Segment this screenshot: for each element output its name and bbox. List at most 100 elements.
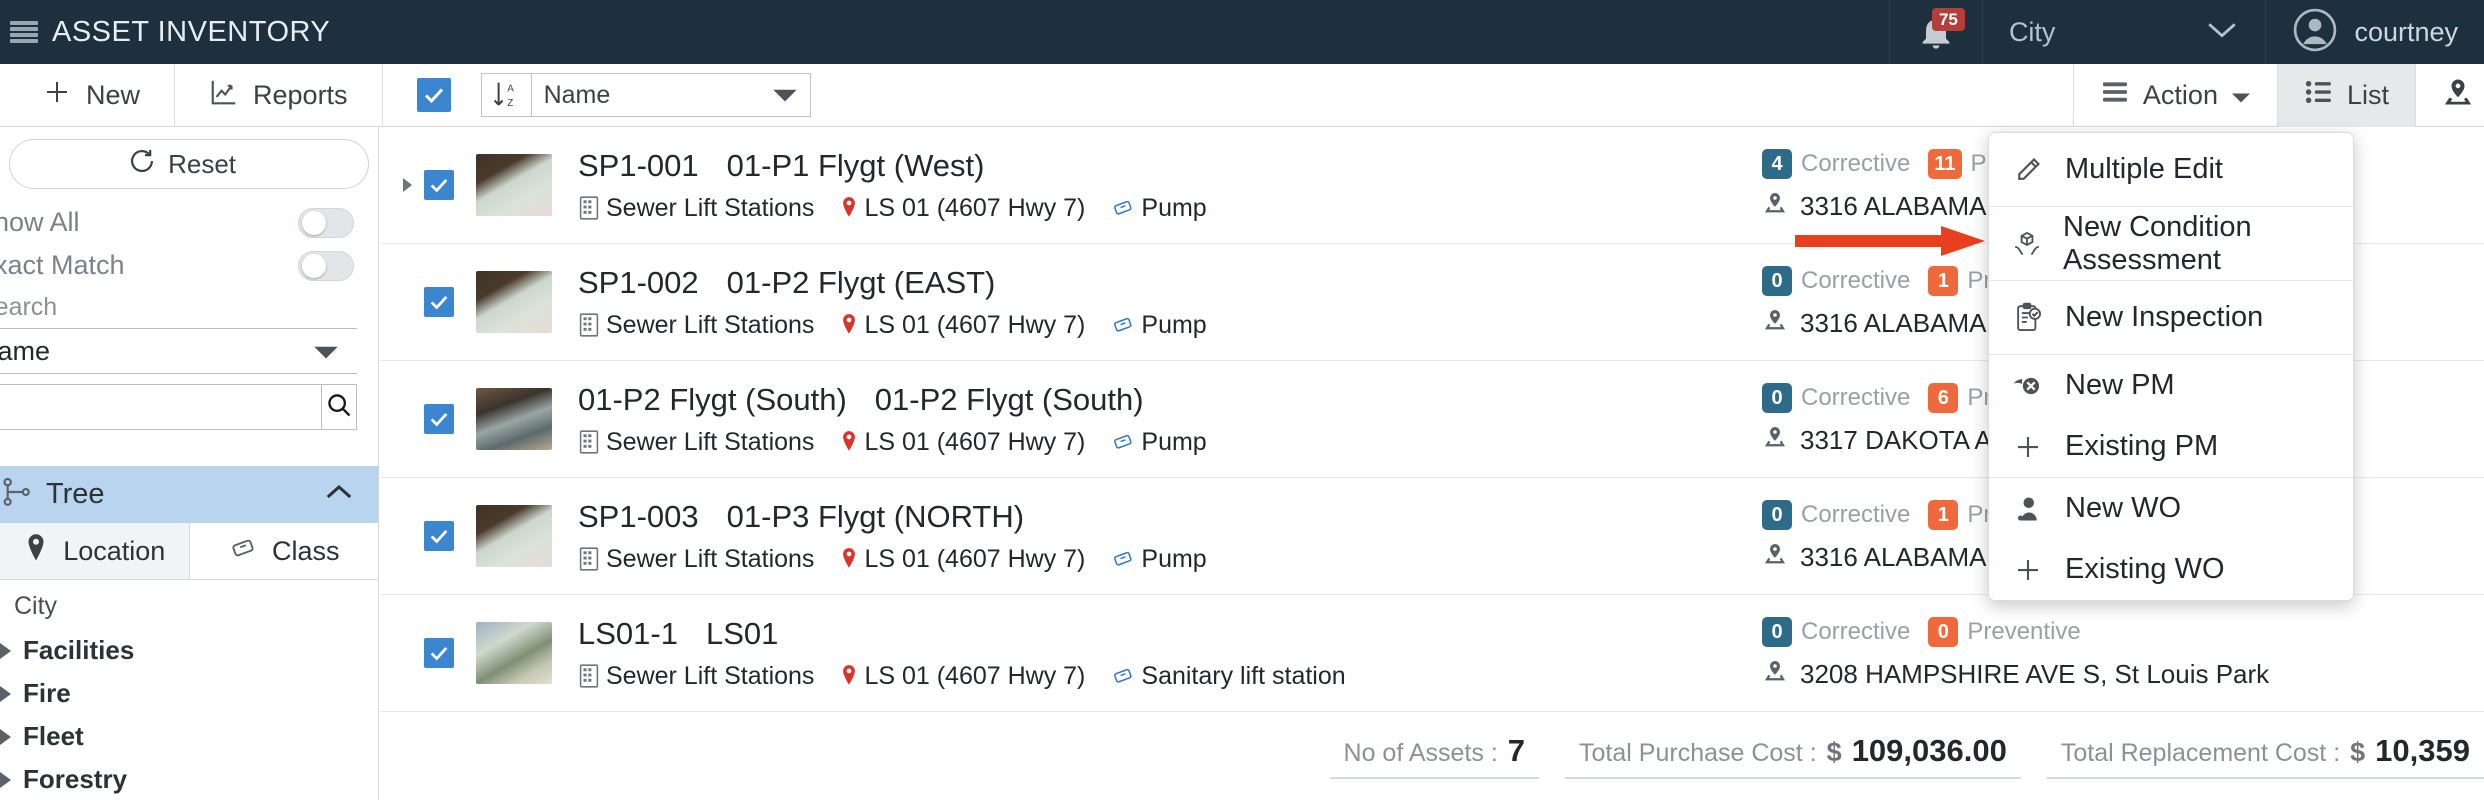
annotation-arrow-icon bbox=[1795, 224, 1985, 258]
sidebar-search-row bbox=[0, 384, 357, 430]
clipboard-check-icon bbox=[2011, 302, 2045, 334]
exact-match-label: Exact Match bbox=[0, 250, 125, 280]
menu-item-label: New Condition Assessment bbox=[2063, 210, 2252, 276]
search-section-label: Search bbox=[0, 293, 58, 321]
building-icon bbox=[578, 664, 600, 688]
show-all-toggle[interactable] bbox=[298, 207, 354, 238]
class-diamond-icon bbox=[1111, 314, 1135, 336]
asset-name: 01-P1 Flygt (West) bbox=[726, 147, 985, 183]
new-button[interactable]: New bbox=[0, 63, 176, 127]
work-order-person-icon bbox=[2011, 494, 2045, 524]
menu-item-existing-pm[interactable]: Existing PM bbox=[1989, 416, 2353, 477]
asset-category: Sewer Lift Stations bbox=[578, 662, 814, 691]
tree-node-fire[interactable]: Fire bbox=[0, 672, 378, 715]
stat-total-replacement-cost: Total Replacement Cost : $ 10,359 bbox=[2046, 733, 2484, 779]
row-checkbox[interactable] bbox=[424, 287, 454, 317]
status-badge-corrective: 0 Corrective bbox=[1762, 617, 1910, 647]
chevron-up-icon bbox=[324, 482, 354, 507]
svg-text:A: A bbox=[507, 83, 514, 94]
asset-thumbnail[interactable] bbox=[476, 271, 552, 333]
menu-item-new-inspection[interactable]: New Inspection bbox=[1989, 281, 2353, 354]
asset-code: 01-P2 Flygt (South) bbox=[578, 381, 847, 417]
location-pin-icon bbox=[840, 196, 858, 220]
sort-field-select[interactable]: Name bbox=[530, 73, 811, 117]
search-field-select[interactable]: Name bbox=[0, 328, 357, 374]
row-checkbox[interactable] bbox=[424, 521, 454, 551]
top-header-bar: ASSET INVENTORY 75 City courtney bbox=[0, 0, 2484, 64]
svg-text:Z: Z bbox=[507, 98, 513, 109]
menu-item-new-condition-assessment[interactable]: New Condition Assessment bbox=[1989, 207, 2353, 280]
location-pin-icon bbox=[840, 547, 858, 571]
user-name-label: courtney bbox=[2354, 16, 2458, 47]
row-checkbox[interactable] bbox=[424, 638, 454, 668]
pencil-icon bbox=[2011, 155, 2045, 185]
asset-thumbnail[interactable] bbox=[476, 505, 552, 567]
status-badge-corrective: 0 Corrective bbox=[1762, 266, 1910, 296]
asset-thumbnail[interactable] bbox=[476, 154, 552, 216]
reports-button[interactable]: Reports bbox=[175, 63, 383, 127]
asset-category: Sewer Lift Stations bbox=[578, 311, 814, 340]
map-pin-icon bbox=[1762, 542, 1788, 573]
class-diamond-icon bbox=[1111, 548, 1135, 570]
asset-name: LS01 bbox=[705, 615, 779, 651]
stat-total-purchase-cost: Total Purchase Cost : $ 109,036.00 bbox=[1565, 733, 2021, 779]
tree-section-header[interactable]: Tree bbox=[0, 466, 378, 523]
hamburger-icon[interactable] bbox=[10, 21, 38, 43]
action-menu-button[interactable]: Action bbox=[2072, 63, 2277, 127]
triangle-right-icon bbox=[0, 685, 11, 702]
plus-icon bbox=[2011, 432, 2045, 462]
tab-class[interactable]: Class bbox=[190, 523, 379, 579]
menu-item-existing-wo[interactable]: Existing WO bbox=[1989, 539, 2353, 600]
table-row[interactable]: LS01-1 LS01 Sewer Lift Stations LS 01 (4… bbox=[380, 595, 2484, 712]
reset-button[interactable]: Reset bbox=[9, 139, 369, 189]
map-pin-icon bbox=[1762, 425, 1788, 456]
tree-node-fleet[interactable]: Fleet bbox=[0, 715, 378, 758]
select-all-checkbox[interactable] bbox=[416, 78, 451, 112]
asset-location: LS 01 (4607 Hwy 7) bbox=[840, 311, 1085, 340]
asset-name: 01-P2 Flygt (South) bbox=[874, 381, 1144, 417]
org-selector[interactable]: City bbox=[1981, 0, 2266, 64]
sort-az-icon[interactable]: A Z bbox=[480, 73, 531, 117]
asset-category: Sewer Lift Stations bbox=[578, 194, 814, 223]
tab-location[interactable]: Location bbox=[0, 523, 190, 579]
new-button-label: New bbox=[86, 79, 141, 110]
reports-button-label: Reports bbox=[253, 79, 348, 110]
menu-item-new-wo[interactable]: New WO bbox=[1989, 478, 2353, 539]
tree-node-label: Facilities bbox=[23, 635, 135, 665]
row-checkbox[interactable] bbox=[424, 404, 454, 434]
asset-location: LS 01 (4607 Hwy 7) bbox=[840, 662, 1085, 691]
map-pin-icon bbox=[1762, 659, 1788, 690]
asset-thumbnail[interactable] bbox=[476, 622, 552, 684]
chart-report-icon bbox=[209, 77, 239, 114]
map-view-button[interactable] bbox=[2415, 63, 2484, 127]
row-expand-toggle[interactable] bbox=[394, 178, 420, 192]
plus-icon bbox=[2011, 555, 2045, 585]
tree-node-facilities[interactable]: Facilities bbox=[0, 629, 378, 672]
chevron-down-icon bbox=[772, 81, 798, 110]
location-pin-icon bbox=[840, 313, 858, 337]
notifications-button[interactable]: 75 bbox=[1888, 0, 1982, 64]
caret-down-icon bbox=[2231, 80, 2251, 111]
menu-item-multiple-edit[interactable]: Multiple Edit bbox=[1989, 133, 2353, 206]
search-field-value: Name bbox=[0, 335, 51, 366]
search-icon bbox=[325, 391, 353, 424]
exact-match-toggle[interactable] bbox=[298, 250, 354, 281]
tab-class-label: Class bbox=[271, 535, 340, 566]
action-dropdown-menu: Multiple Edit New Condition Assessment N… bbox=[1988, 132, 2354, 601]
notification-count-badge: 75 bbox=[1931, 8, 1965, 32]
currency-symbol: $ bbox=[2350, 737, 2366, 767]
sort-field-value: Name bbox=[543, 80, 611, 109]
row-checkbox[interactable] bbox=[424, 170, 454, 200]
show-all-label: Show All bbox=[0, 207, 80, 237]
asset-thumbnail[interactable] bbox=[476, 388, 552, 450]
search-input[interactable] bbox=[0, 384, 322, 430]
list-view-button[interactable]: List bbox=[2276, 63, 2415, 127]
tree-root-label: City bbox=[14, 592, 58, 620]
tree-node-forestry[interactable]: Forestry bbox=[0, 758, 378, 800]
menu-item-new-pm[interactable]: New PM bbox=[1989, 355, 2353, 416]
asset-inventory-page: ASSET INVENTORY 75 City courtney New Rep… bbox=[0, 0, 2484, 800]
map-pin-icon bbox=[1762, 308, 1788, 339]
search-button[interactable] bbox=[322, 384, 357, 430]
user-menu[interactable]: courtney bbox=[2265, 0, 2484, 64]
bullet-list-icon bbox=[2304, 79, 2334, 112]
